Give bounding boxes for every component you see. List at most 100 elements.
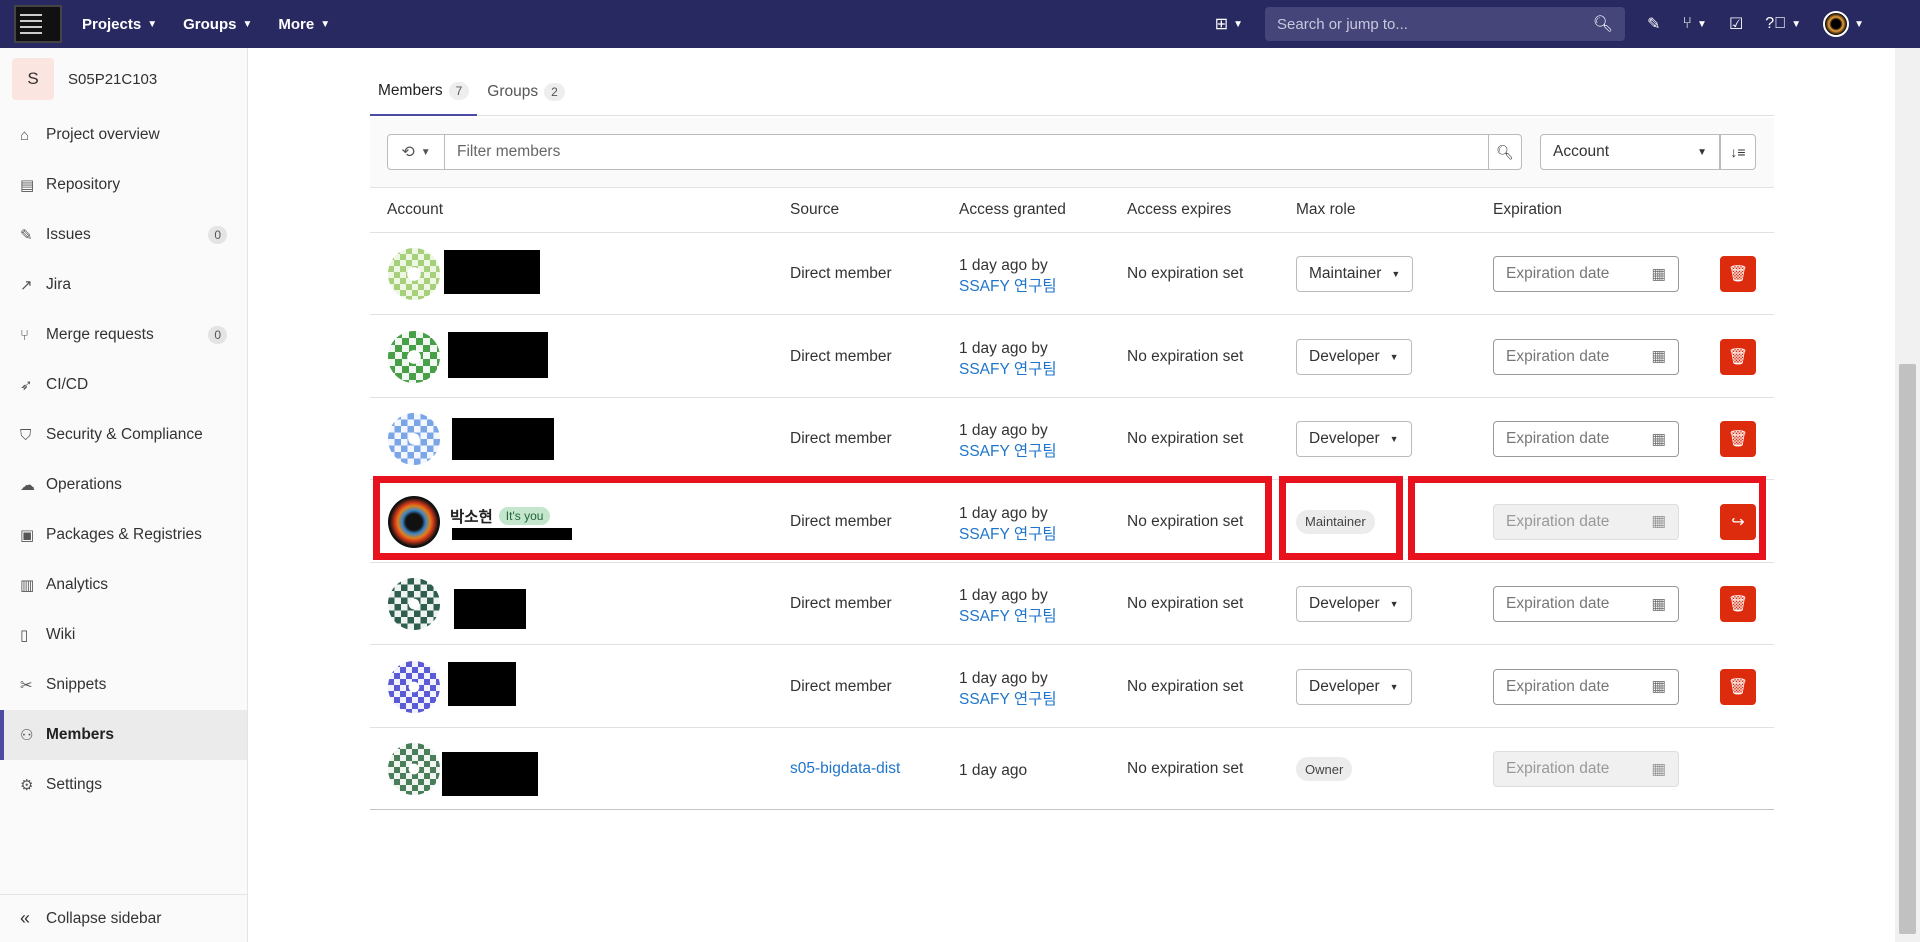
filter-bar: ⟲ ▼ 🔍︎ Account ▼ ↓≡ bbox=[370, 118, 1774, 188]
access-granted: 1 day ago by SSAFY 연구팀 bbox=[959, 587, 1057, 627]
tab-groups[interactable]: Groups 2 bbox=[479, 68, 573, 116]
filter-search-button[interactable]: 🔍︎ bbox=[1488, 134, 1522, 170]
source: Direct member bbox=[790, 265, 892, 282]
search-input[interactable] bbox=[1277, 15, 1578, 33]
leave-button[interactable]: ↪ bbox=[1720, 503, 1756, 540]
sidebar-item-repository[interactable]: ▤ Repository bbox=[0, 160, 247, 210]
granted-by-link[interactable]: SSAFY 연구팀 bbox=[959, 441, 1057, 462]
role-dropdown[interactable]: Developer ▼ bbox=[1296, 586, 1412, 622]
granted-by-link[interactable]: SSAFY 연구팀 bbox=[959, 359, 1057, 380]
access-expires: No expiration set bbox=[1127, 512, 1244, 530]
gitlab-logo[interactable] bbox=[14, 5, 62, 43]
help-menu[interactable]: ?⃝ ▼ bbox=[1765, 15, 1801, 33]
sidebar-item-snippets[interactable]: ✂ Snippets bbox=[0, 660, 247, 710]
granted-by-link[interactable]: SSAFY 연구팀 bbox=[959, 524, 1057, 545]
sidebar-item-operations[interactable]: ☁ Operations bbox=[0, 460, 247, 510]
avatar[interactable] bbox=[388, 578, 440, 630]
sidebar-item-ci-cd[interactable]: ➶ CI/CD bbox=[0, 360, 247, 410]
recent-searches-button[interactable]: ⟲ ▼ bbox=[387, 134, 445, 170]
source: Direct member bbox=[790, 347, 892, 365]
table-row: Direct member 1 day ago by SSAFY 연구팀 No exp… bbox=[370, 563, 1774, 645]
redacted-username bbox=[442, 752, 538, 796]
scroll-thumb[interactable] bbox=[1899, 364, 1916, 934]
avatar[interactable] bbox=[388, 413, 440, 465]
sidebar-item-security-compliance[interactable]: ⛉ Security & Compliance bbox=[0, 410, 247, 460]
role-dropdown[interactable]: Developer ▼ bbox=[1296, 668, 1412, 705]
redacted-username bbox=[448, 331, 548, 378]
merge-request-icon: ⑂ bbox=[1682, 15, 1693, 32]
avatar[interactable] bbox=[388, 495, 440, 548]
calendar-icon: ▦ bbox=[1651, 678, 1666, 695]
page-scrollbar[interactable] bbox=[1895, 48, 1920, 942]
nav-groups[interactable]: Groups ▼ bbox=[183, 16, 252, 33]
sort-direction-button[interactable]: ↓≡ bbox=[1720, 134, 1756, 170]
access-expires: No expiration set bbox=[1127, 760, 1244, 777]
access-granted: 1 day ago by SSAFY 연구팀 bbox=[959, 504, 1057, 545]
role-dropdown[interactable]: Maintainer ▼ bbox=[1296, 256, 1414, 292]
filter-members-input[interactable] bbox=[445, 134, 1489, 170]
sidebar-item-analytics[interactable]: ▥ Analytics bbox=[0, 560, 247, 610]
remove-member-button[interactable]: 🗑︎ bbox=[1720, 256, 1756, 292]
search-icon: 🔍︎ bbox=[1496, 143, 1514, 160]
gear-icon: ⚙ bbox=[20, 777, 34, 794]
new-item-button[interactable]: ⊞ ▼ bbox=[1215, 14, 1243, 34]
sidebar-item-settings[interactable]: ⚙ Settings bbox=[0, 760, 247, 810]
count-badge: 2 bbox=[544, 83, 565, 101]
plus-square-icon: ⊞ bbox=[1214, 16, 1229, 33]
project-header[interactable]: S S05P21C103 bbox=[0, 48, 247, 110]
collapse-sidebar-button[interactable]: « Collapse sidebar bbox=[0, 894, 248, 942]
sidebar-item-issues[interactable]: ✎ Issues 0 bbox=[0, 210, 247, 260]
double-chevron-left-icon: « bbox=[20, 908, 31, 928]
shield-icon: ⛉ bbox=[20, 426, 32, 444]
sidebar-item-merge-requests[interactable]: ⑂ Merge requests 0 bbox=[0, 310, 247, 360]
expiration-date-field[interactable]: Expiration date ▦ bbox=[1493, 338, 1679, 375]
table-row: Direct member 1 day ago by SSAFY 연구팀 No exp… bbox=[370, 398, 1774, 480]
role-dropdown[interactable]: Developer ▼ bbox=[1296, 338, 1412, 375]
user-menu[interactable]: ▼ bbox=[1823, 11, 1864, 37]
sidebar-item-members[interactable]: ⚇ Members bbox=[0, 710, 247, 760]
expiration-date-field[interactable]: Expiration date ▦ bbox=[1493, 586, 1679, 622]
avatar[interactable] bbox=[388, 330, 440, 383]
remove-member-button[interactable]: 🗑︎ bbox=[1720, 338, 1756, 375]
issues-icon: ✎ bbox=[1647, 16, 1661, 33]
remove-member-button[interactable]: 🗑︎ bbox=[1720, 421, 1756, 457]
access-granted: 1 day ago by SSAFY 연구팀 bbox=[959, 669, 1057, 710]
member-name[interactable]: 박소현 It's you bbox=[450, 505, 551, 527]
source[interactable]: s05-bigdata-dist bbox=[790, 760, 900, 778]
granted-by-link[interactable]: SSAFY 연구팀 bbox=[959, 689, 1057, 710]
sidebar-item-wiki[interactable]: ▯ Wiki bbox=[0, 610, 247, 660]
merge-requests-shortcut[interactable]: ⑂ ▼ bbox=[1682, 15, 1707, 33]
chevron-down-icon: ▼ bbox=[1389, 599, 1399, 609]
expiration-date-field: Expiration date ▦ bbox=[1493, 503, 1679, 540]
sidebar-item-jira[interactable]: ↗ Jira bbox=[0, 260, 247, 310]
granted-by-link[interactable]: SSAFY 연구팀 bbox=[959, 606, 1057, 627]
redacted-username bbox=[452, 527, 572, 540]
global-search[interactable]: 🔍︎ bbox=[1265, 7, 1626, 41]
package-icon: ▣ bbox=[20, 527, 35, 544]
todos-shortcut[interactable]: ☑ bbox=[1729, 14, 1743, 34]
expiration-date-field[interactable]: Expiration date ▦ bbox=[1493, 256, 1679, 292]
tab-members[interactable]: Members 7 bbox=[370, 68, 478, 116]
nav-projects[interactable]: Projects ▼ bbox=[82, 16, 157, 33]
trash-icon: 🗑︎ bbox=[1727, 266, 1749, 283]
avatar[interactable] bbox=[388, 248, 440, 300]
expiration-date-field[interactable]: Expiration date ▦ bbox=[1493, 668, 1679, 705]
remove-member-button[interactable]: 🗑︎ bbox=[1720, 668, 1756, 705]
expiration-date-field[interactable]: Expiration date ▦ bbox=[1493, 421, 1679, 457]
avatar[interactable] bbox=[388, 743, 440, 795]
avatar[interactable] bbox=[388, 660, 440, 713]
remove-member-button[interactable]: 🗑︎ bbox=[1720, 586, 1756, 622]
top-navbar: Projects▼ Groups▼ More▼ ⊞▼ 🔍︎ ✎ ⑂▼ ☑ ?⃝▼… bbox=[0, 0, 1920, 48]
count-badge: 0 bbox=[208, 326, 227, 344]
issues-shortcut[interactable]: ✎ bbox=[1647, 14, 1660, 34]
sidebar-item-project-overview[interactable]: ⌂ Project overview bbox=[0, 110, 247, 160]
chevron-down-icon: ▼ bbox=[1791, 18, 1802, 30]
nav-more[interactable]: More ▼ bbox=[278, 16, 330, 33]
role-dropdown[interactable]: Developer ▼ bbox=[1296, 421, 1412, 457]
sidebar-item-packages-registries[interactable]: ▣ Packages & Registries bbox=[0, 510, 247, 560]
access-expires: No expiration set bbox=[1127, 430, 1244, 447]
chevron-down-icon: ▼ bbox=[1233, 18, 1244, 30]
sort-dropdown[interactable]: Account ▼ bbox=[1540, 134, 1720, 170]
column-header: Account bbox=[387, 201, 444, 218]
granted-by-link[interactable]: SSAFY 연구팀 bbox=[959, 276, 1057, 297]
